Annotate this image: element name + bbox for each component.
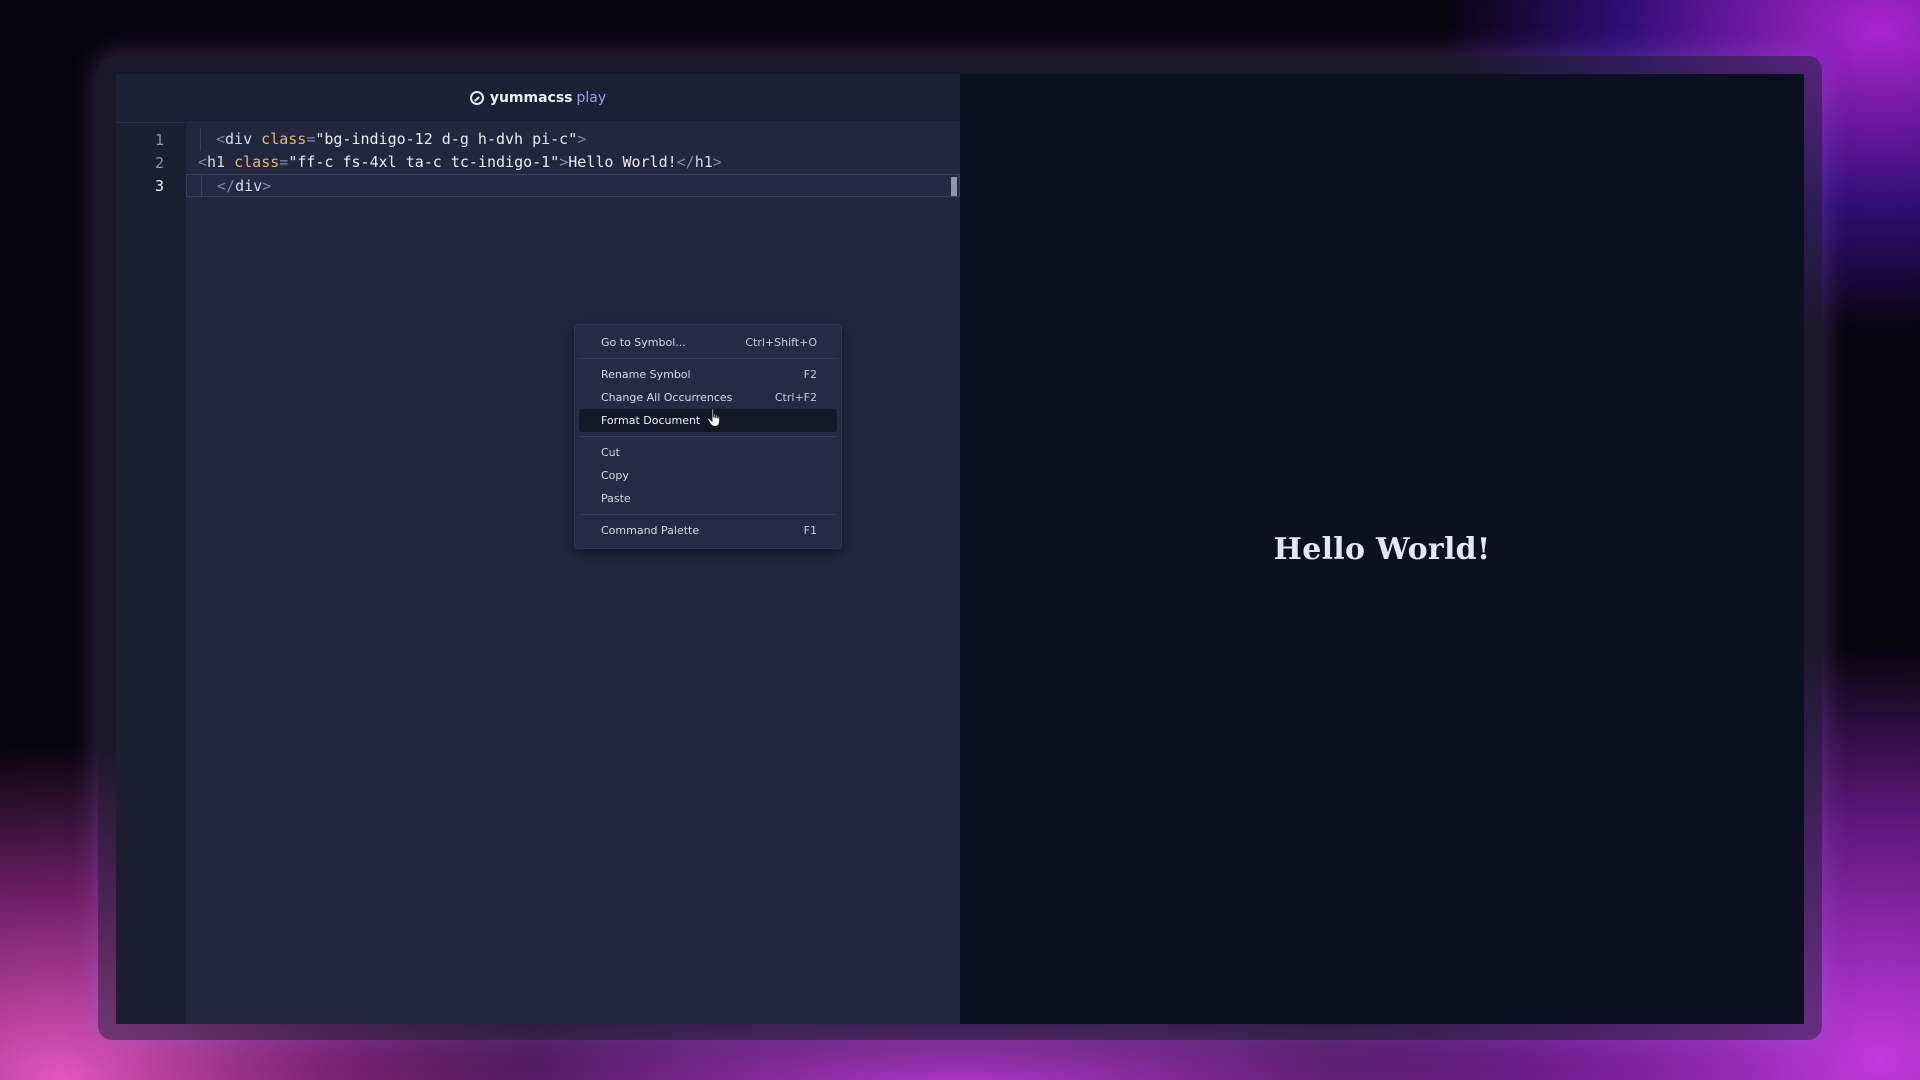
- menu-item-label: Rename Symbol: [601, 368, 691, 381]
- menu-separator: [579, 514, 837, 515]
- menu-item-shortcut: Ctrl+Shift+O: [745, 336, 817, 349]
- code-token-tag: h1: [207, 153, 226, 171]
- code-token-punc: =: [306, 130, 316, 148]
- menu-item-change-all-occurrences[interactable]: Change All Occurrences Ctrl+F2: [579, 386, 837, 409]
- menu-item-rename-symbol[interactable]: Rename Symbol F2: [579, 363, 837, 386]
- code-token-punc: <: [198, 153, 208, 171]
- indent-guide: [200, 128, 201, 151]
- editor-pane: yummacss play 1 2 3 <div class="bg-indig…: [116, 74, 960, 1024]
- line-number-gutter: 1 2 3: [116, 123, 186, 1024]
- code-line[interactable]: <div class="bg-indigo-12 d-g h-dvh pi-c"…: [186, 128, 960, 151]
- menu-item-label: Copy: [601, 469, 629, 482]
- menu-item-label: Change All Occurrences: [601, 391, 733, 404]
- menu-item-label: Go to Symbol...: [601, 336, 686, 349]
- menu-item-command-palette[interactable]: Command Palette F1: [579, 519, 837, 542]
- preview-heading: Hello World!: [1273, 531, 1491, 567]
- playground-app: yummacss play 1 2 3 <div class="bg-indig…: [116, 74, 1804, 1024]
- code-token-str: "bg-indigo-12 d-g h-dvh pi-c": [315, 130, 578, 148]
- context-menu: Go to Symbol... Ctrl+Shift+O Rename Symbol…: [574, 324, 842, 549]
- hand-pointer-icon: [707, 408, 721, 427]
- code-token-punc: <: [216, 130, 226, 148]
- code-line-current[interactable]: </div>: [186, 174, 960, 197]
- code-token-punc: </: [676, 153, 695, 171]
- code-token-punc: </: [217, 177, 236, 195]
- menu-item-label: Format Document: [601, 414, 701, 427]
- code-token-punc: >: [262, 177, 272, 195]
- editor-header: yummacss play: [116, 74, 960, 123]
- line-number: 1: [154, 131, 164, 149]
- menu-item-shortcut: F2: [803, 368, 817, 381]
- menu-item-cut[interactable]: Cut: [579, 441, 837, 464]
- code-text: <h1 class="ff-c fs-4xl ta-c tc-indigo-1"…: [198, 151, 722, 174]
- brand-name: yummacss: [489, 90, 573, 106]
- code-token-punc: >: [712, 153, 722, 171]
- code-editor[interactable]: <div class="bg-indigo-12 d-g h-dvh pi-c"…: [186, 123, 960, 1024]
- yummacss-logo-icon: [469, 91, 484, 105]
- code-token-tag: div: [225, 130, 253, 148]
- code-token-tag: div: [235, 177, 263, 195]
- menu-item-copy[interactable]: Copy: [579, 464, 837, 487]
- line-number-active: 3: [154, 177, 164, 195]
- code-token-punc: =: [279, 153, 289, 171]
- code-token-attr: class: [252, 130, 307, 148]
- code-text: </div>: [217, 175, 271, 198]
- scrollbar-thumb[interactable]: [951, 177, 957, 196]
- menu-separator: [579, 358, 837, 359]
- code-token-str: "ff-c fs-4xl ta-c tc-indigo-1": [288, 153, 560, 171]
- preview-pane: Hello World!: [960, 74, 1804, 1024]
- menu-item-shortcut: Ctrl+F2: [774, 391, 817, 404]
- menu-item-label: Cut: [601, 446, 620, 459]
- brand-suffix: play: [576, 90, 607, 106]
- code-token-tag: h1: [694, 153, 713, 171]
- code-text: <div class="bg-indigo-12 d-g h-dvh pi-c"…: [216, 128, 586, 151]
- menu-separator: [579, 436, 837, 437]
- menu-item-go-to-symbol[interactable]: Go to Symbol... Ctrl+Shift+O: [579, 331, 837, 354]
- menu-item-shortcut: F1: [803, 524, 817, 537]
- menu-item-label: Command Palette: [601, 524, 700, 537]
- code-line[interactable]: <h1 class="ff-c fs-4xl ta-c tc-indigo-1"…: [186, 151, 960, 174]
- line-number: 2: [154, 154, 164, 172]
- code-token-punc: >: [577, 130, 587, 148]
- menu-item-label: Paste: [601, 492, 631, 505]
- code-token-attr: class: [225, 153, 280, 171]
- code-token-punc: >: [559, 153, 569, 171]
- code-token-text: Hello World!: [568, 153, 677, 171]
- indent-guide: [201, 175, 202, 196]
- menu-item-paste[interactable]: Paste: [579, 487, 837, 510]
